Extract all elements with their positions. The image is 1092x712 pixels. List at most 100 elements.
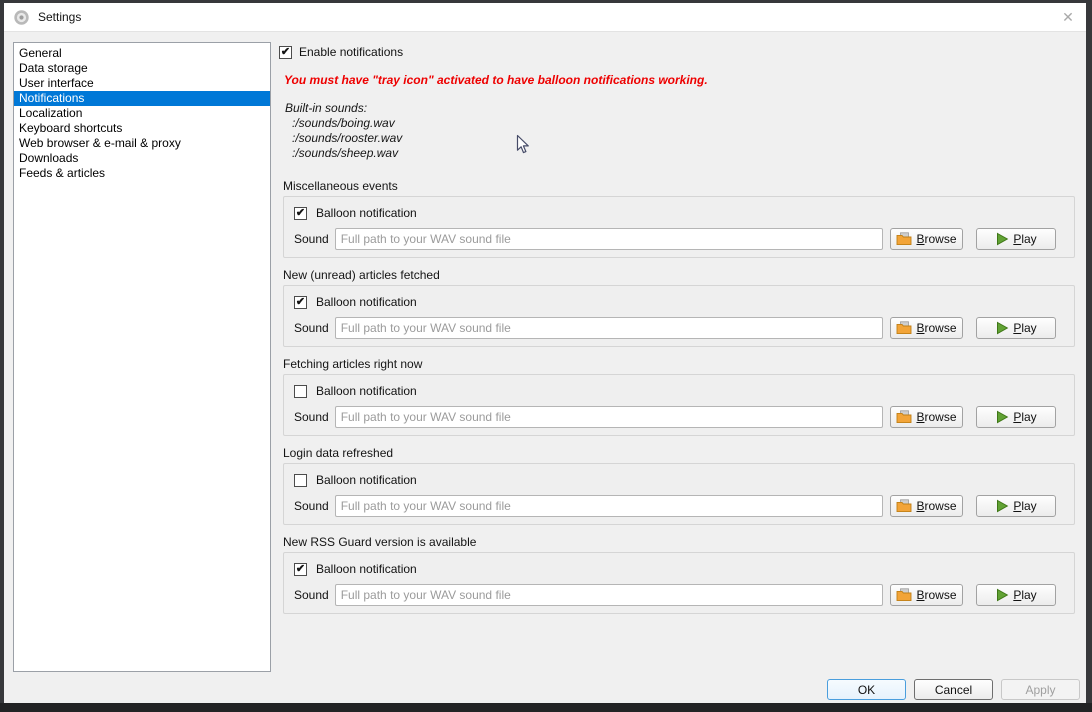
- notification-section: Miscellaneous events ✔ Balloon notificat…: [283, 179, 1075, 258]
- sidebar-item-downloads[interactable]: Downloads: [14, 151, 270, 166]
- play-button[interactable]: Play: [976, 495, 1056, 517]
- balloon-notification-checkbox[interactable]: ✔: [294, 207, 307, 220]
- folder-icon: [896, 410, 912, 424]
- sidebar-item-keyboard-shortcuts[interactable]: Keyboard shortcuts: [14, 121, 270, 136]
- folder-icon: [896, 588, 912, 602]
- sidebar-item-general[interactable]: General: [14, 46, 270, 61]
- settings-gear-icon: [13, 9, 30, 26]
- sound-row: Sound Browse Play: [294, 317, 1056, 339]
- notification-section: New (unread) articles fetched ✔ Balloon …: [283, 268, 1075, 347]
- play-icon: [995, 588, 1009, 602]
- balloon-notification-label: Balloon notification: [316, 295, 417, 309]
- browse-label: Browse: [916, 588, 956, 602]
- folder-icon: [896, 321, 912, 335]
- play-label: Play: [1013, 499, 1036, 513]
- balloon-notification-checkbox[interactable]: [294, 385, 307, 398]
- browse-label: Browse: [916, 499, 956, 513]
- sidebar-item-web-browser-e-mail-proxy[interactable]: Web browser & e-mail & proxy: [14, 136, 270, 151]
- play-button[interactable]: Play: [976, 317, 1056, 339]
- enable-notifications-label: Enable notifications: [299, 45, 403, 59]
- sound-path-input[interactable]: [335, 584, 883, 606]
- builtin-sound-file: :/sounds/boing.wav: [285, 116, 402, 131]
- section-group-box: Balloon notification Sound Browse Play: [283, 374, 1075, 436]
- sidebar-item-notifications[interactable]: Notifications: [14, 91, 270, 106]
- sidebar-item-data-storage[interactable]: Data storage: [14, 61, 270, 76]
- play-button[interactable]: Play: [976, 406, 1056, 428]
- sound-path-input[interactable]: [335, 317, 883, 339]
- browse-button[interactable]: Browse: [890, 228, 963, 250]
- section-group-box: ✔ Balloon notification Sound Browse: [283, 285, 1075, 347]
- play-label: Play: [1013, 410, 1036, 424]
- balloon-notification-label: Balloon notification: [316, 562, 417, 576]
- section-group-box: ✔ Balloon notification Sound Browse: [283, 196, 1075, 258]
- sound-row: Sound Browse Play: [294, 228, 1056, 250]
- balloon-notification-checkbox[interactable]: ✔: [294, 563, 307, 576]
- browse-label: Browse: [916, 232, 956, 246]
- enable-notifications-checkbox[interactable]: ✔: [279, 46, 292, 59]
- settings-category-list: GeneralData storageUser interfaceNotific…: [13, 42, 271, 672]
- dialog-buttons: OK Cancel Apply: [827, 679, 1080, 700]
- browse-label: Browse: [916, 410, 956, 424]
- sound-label: Sound: [294, 321, 329, 335]
- notification-section: Login data refreshed Balloon notificatio…: [283, 446, 1075, 525]
- folder-icon: [896, 499, 912, 513]
- builtin-sounds-block: Built-in sounds: :/sounds/boing.wav :/so…: [285, 101, 402, 161]
- browse-label: Browse: [916, 321, 956, 335]
- window-title: Settings: [38, 10, 81, 24]
- play-button[interactable]: Play: [976, 228, 1056, 250]
- sound-path-input[interactable]: [335, 228, 883, 250]
- play-icon: [995, 410, 1009, 424]
- sound-row: Sound Browse Play: [294, 495, 1056, 517]
- balloon-row: ✔ Balloon notification: [294, 206, 1056, 220]
- play-label: Play: [1013, 588, 1036, 602]
- notification-sections: Miscellaneous events ✔ Balloon notificat…: [283, 179, 1075, 624]
- builtin-sound-file: :/sounds/sheep.wav: [285, 146, 402, 161]
- sidebar-item-localization[interactable]: Localization: [14, 106, 270, 121]
- sound-label: Sound: [294, 232, 329, 246]
- notification-section: Fetching articles right now Balloon noti…: [283, 357, 1075, 436]
- section-title: Fetching articles right now: [283, 357, 1075, 374]
- apply-button: Apply: [1001, 679, 1080, 700]
- play-icon: [995, 321, 1009, 335]
- sound-row: Sound Browse Play: [294, 406, 1056, 428]
- play-label: Play: [1013, 232, 1036, 246]
- enable-notifications-row: ✔ Enable notifications: [279, 45, 403, 59]
- play-label: Play: [1013, 321, 1036, 335]
- sidebar-item-user-interface[interactable]: User interface: [14, 76, 270, 91]
- sound-label: Sound: [294, 588, 329, 602]
- section-title: New RSS Guard version is available: [283, 535, 1075, 552]
- section-title: New (unread) articles fetched: [283, 268, 1075, 285]
- sound-path-input[interactable]: [335, 406, 883, 428]
- balloon-notification-checkbox[interactable]: ✔: [294, 296, 307, 309]
- folder-icon: [896, 232, 912, 246]
- title-bar: Settings ✕: [4, 3, 1086, 32]
- balloon-row: Balloon notification: [294, 384, 1056, 398]
- section-group-box: ✔ Balloon notification Sound Browse: [283, 552, 1075, 614]
- builtin-sounds-heading: Built-in sounds:: [285, 101, 402, 116]
- settings-dialog: Settings ✕ GeneralData storageUser inter…: [4, 3, 1086, 703]
- browse-button[interactable]: Browse: [890, 406, 963, 428]
- play-button[interactable]: Play: [976, 584, 1056, 606]
- balloon-row: Balloon notification: [294, 473, 1056, 487]
- balloon-notification-label: Balloon notification: [316, 206, 417, 220]
- play-icon: [995, 232, 1009, 246]
- cancel-button[interactable]: Cancel: [914, 679, 993, 700]
- section-title: Miscellaneous events: [283, 179, 1075, 196]
- browse-button[interactable]: Browse: [890, 584, 963, 606]
- balloon-row: ✔ Balloon notification: [294, 295, 1056, 309]
- ok-button[interactable]: OK: [827, 679, 906, 700]
- section-title: Login data refreshed: [283, 446, 1075, 463]
- builtin-sound-file: :/sounds/rooster.wav: [285, 131, 402, 146]
- balloon-notification-checkbox[interactable]: [294, 474, 307, 487]
- taskbar-strip: [0, 703, 1092, 712]
- sound-label: Sound: [294, 499, 329, 513]
- browse-button[interactable]: Browse: [890, 495, 963, 517]
- screen: { "window": { "title": "Settings", "clos…: [0, 0, 1092, 712]
- sound-path-input[interactable]: [335, 495, 883, 517]
- browse-button[interactable]: Browse: [890, 317, 963, 339]
- balloon-row: ✔ Balloon notification: [294, 562, 1056, 576]
- play-icon: [995, 499, 1009, 513]
- balloon-notification-label: Balloon notification: [316, 473, 417, 487]
- sidebar-item-feeds-articles[interactable]: Feeds & articles: [14, 166, 270, 181]
- close-icon[interactable]: ✕: [1056, 6, 1080, 29]
